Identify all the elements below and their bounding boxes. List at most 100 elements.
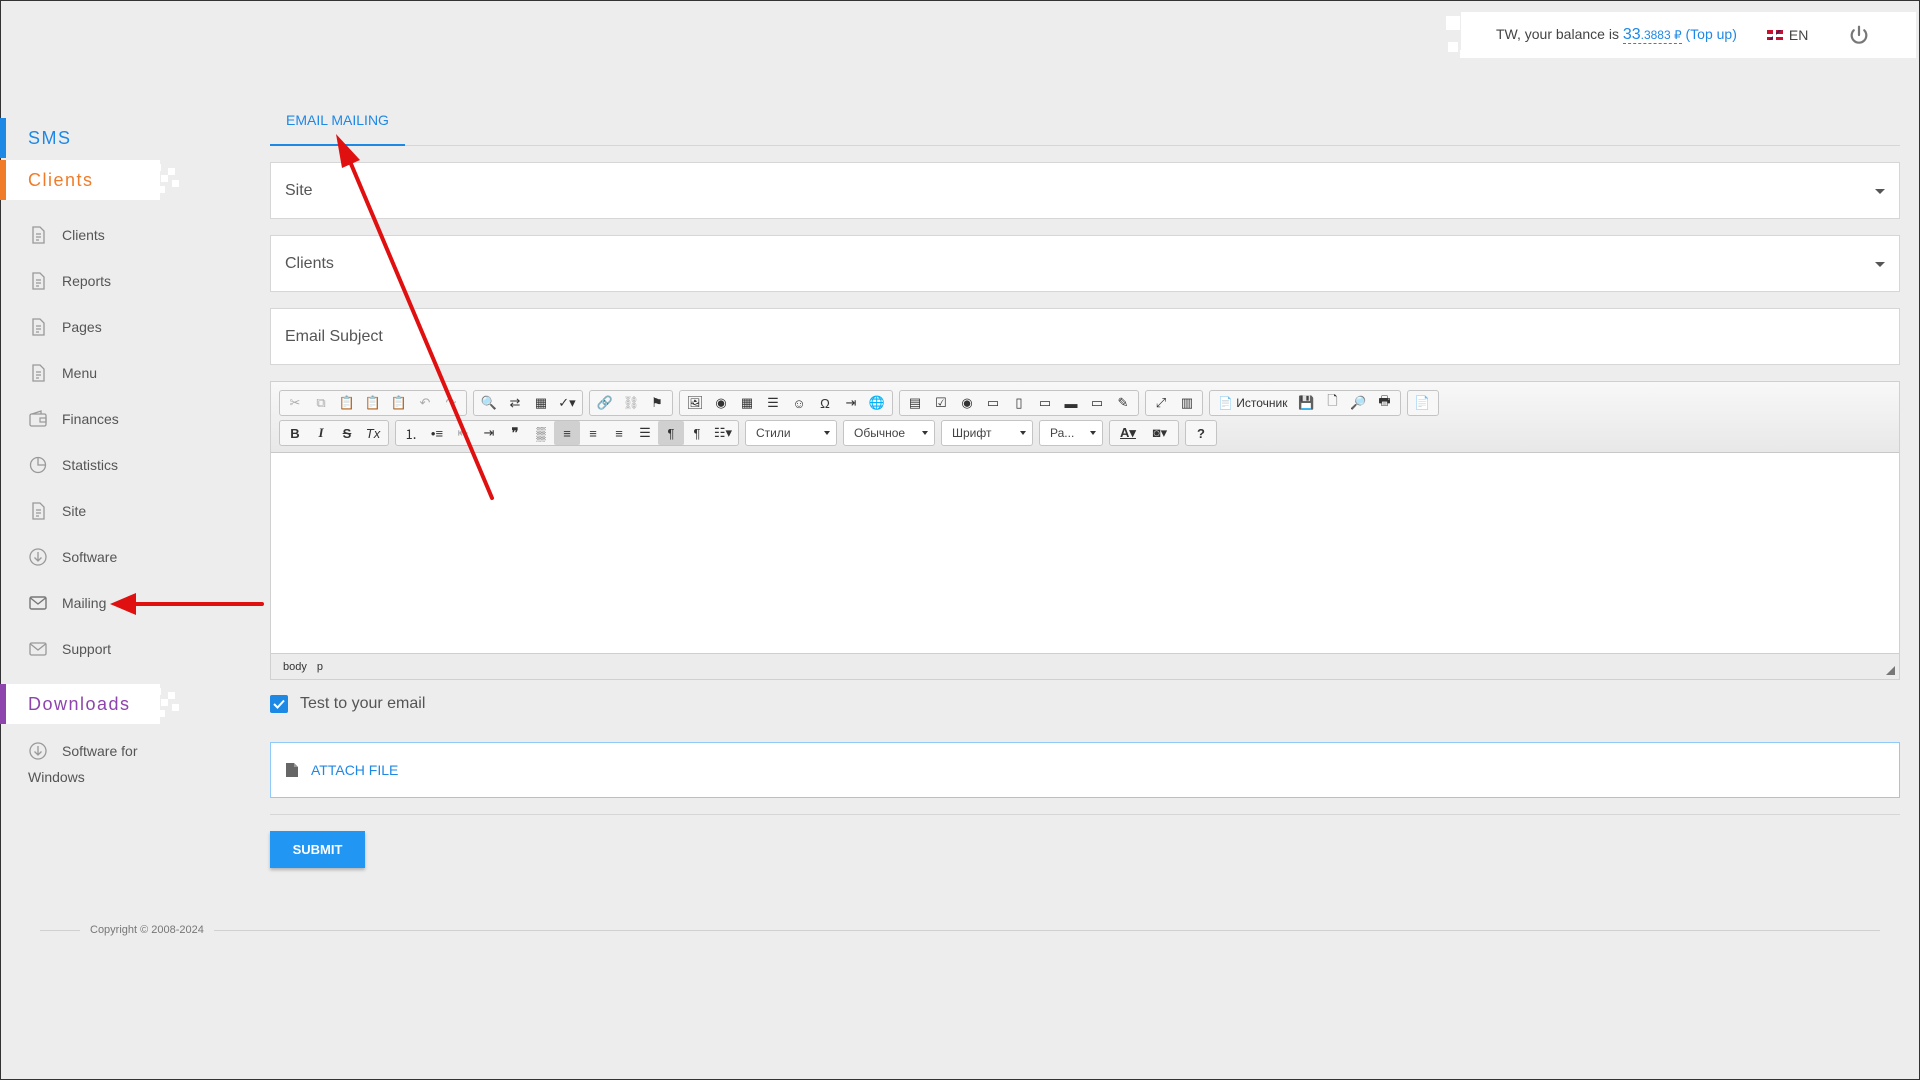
bold-icon[interactable]: B [282,421,308,445]
hidden-field-icon[interactable]: ✎ [1110,391,1136,415]
outdent-icon[interactable]: ⇤ [450,421,476,445]
test-email-checkbox[interactable]: Test to your email [270,692,1900,716]
balance-amount[interactable]: 33.3883 ₽ [1622,26,1682,44]
preview-icon[interactable]: 🔎 [1346,391,1372,415]
image-button-icon[interactable]: ▭ [1084,391,1110,415]
tab-email-mailing[interactable]: EMAIL MAILING [270,98,405,146]
size-combo[interactable]: Ра... [1039,420,1103,446]
paste-text-icon[interactable]: 📋 [360,391,386,415]
email-subject-input[interactable]: Email Subject [270,308,1900,365]
div-container-icon[interactable]: ▒ [528,421,554,445]
submit-button[interactable]: SUBMIT [270,831,365,868]
special-char-icon[interactable]: Ω [812,391,838,415]
sidebar-item-pages[interactable]: Pages [0,304,260,350]
path-body[interactable]: body [283,661,307,673]
flash-icon[interactable]: ◉ [708,391,734,415]
language-list-icon[interactable]: ☷▾ [710,421,736,445]
sidebar-item-software[interactable]: Software [0,534,260,580]
format-combo-value: Обычное [854,426,906,440]
top-bar: TW, your balance is 33.3883 ₽ (Top up) E… [1461,12,1916,58]
ltr-icon[interactable]: ¶ [658,421,684,445]
sidebar-item-clients[interactable]: Clients [0,212,260,258]
checkbox-icon[interactable]: ☑ [928,391,954,415]
button-icon[interactable]: ▬ [1058,391,1084,415]
link-icon[interactable]: 🔗 [592,391,618,415]
anchor-flag-icon[interactable]: ⚑ [644,391,670,415]
indent-icon[interactable]: ⇥ [476,421,502,445]
replace-icon[interactable]: ⇄ [502,391,528,415]
sidebar-item-mailing[interactable]: Mailing [0,580,260,626]
format-combo[interactable]: Обычное [843,420,935,446]
align-left-icon[interactable]: ≡ [554,421,580,445]
paste-word-icon[interactable]: 📋 [386,391,412,415]
path-p[interactable]: p [317,661,323,673]
select-icon[interactable]: ▭ [1032,391,1058,415]
smiley-icon[interactable]: ☺ [786,391,812,415]
document-icon [32,226,45,244]
show-blocks-icon[interactable]: ▥ [1174,391,1200,415]
help-icon[interactable]: ? [1188,421,1214,445]
justify-icon[interactable]: ☰ [632,421,658,445]
new-page-icon[interactable]: 🗋 [1320,391,1346,415]
sidebar-item-support[interactable]: Support [0,626,260,672]
sidebar-item-finances[interactable]: Finances [0,396,260,442]
rtl-icon[interactable]: ¶ [684,421,710,445]
site-select-value: Site [285,181,313,199]
sidebar-item-reports[interactable]: Reports [0,258,260,304]
section-sms-label: SMS [28,127,72,148]
sidebar-item-site[interactable]: Site [0,488,260,534]
print-icon[interactable]: 🖶 [1372,391,1398,415]
redo-icon[interactable]: ↷ [438,391,464,415]
balance-frac: .3883 ₽ [1640,28,1682,42]
text-color-icon[interactable]: A▾ [1112,421,1144,445]
copy-icon[interactable]: ⧉ [308,391,334,415]
site-select[interactable]: Site [270,162,1900,219]
bg-color-icon[interactable]: ◙▾ [1144,421,1176,445]
spellcheck-icon[interactable]: ✓▾ [554,391,580,415]
radio-icon[interactable]: ◉ [954,391,980,415]
source-group: 📄 Источник 💾 🗋 🔎 🖶 [1209,390,1401,416]
attach-file-button[interactable]: ATTACH FILE [270,742,1900,798]
undo-icon[interactable]: ↶ [412,391,438,415]
sidebar-item-menu[interactable]: Menu [0,350,260,396]
numbered-list-icon[interactable]: ⒈ [398,421,424,445]
image-icon[interactable]: 🖼 [682,391,708,415]
power-icon[interactable] [1848,24,1870,46]
form-icon[interactable]: ▤ [902,391,928,415]
iframe-icon[interactable]: 🌐 [864,391,890,415]
cut-icon[interactable]: ✂ [282,391,308,415]
horizontal-line-icon[interactable]: ☰ [760,391,786,415]
textfield-icon[interactable]: ▭ [980,391,1006,415]
resize-handle-icon[interactable] [1886,666,1895,675]
paste-icon[interactable]: 📋 [334,391,360,415]
clients-select[interactable]: Clients [270,235,1900,292]
source-button[interactable]: 📄 Источник [1212,391,1294,415]
section-downloads[interactable]: Downloads [0,684,179,724]
italic-icon[interactable]: I [308,421,334,445]
maximize-icon[interactable]: ⤢ [1148,391,1174,415]
remove-format-icon[interactable]: Tx [360,421,386,445]
language-selector[interactable]: EN [1766,27,1808,43]
table-icon[interactable]: ▦ [734,391,760,415]
editor-content-area[interactable] [271,453,1899,653]
sidebar-item-statistics[interactable]: Statistics [0,442,260,488]
align-right-icon[interactable]: ≡ [606,421,632,445]
textarea-icon[interactable]: ▯ [1006,391,1032,415]
select-all-icon[interactable]: ▦ [528,391,554,415]
align-center-icon[interactable]: ≡ [580,421,606,445]
section-clients[interactable]: Clients [0,160,179,200]
templates-icon[interactable]: 📄 [1410,391,1436,415]
strike-icon[interactable]: S [334,421,360,445]
sidebar-item-software-for-windows[interactable]: Software for Windows [0,724,260,790]
section-sms[interactable]: SMS [0,118,260,158]
sidebar-item-label-cont: Windows [28,769,85,785]
save-icon[interactable]: 💾 [1294,391,1320,415]
bullet-list-icon[interactable]: •≡ [424,421,450,445]
font-combo[interactable]: Шрифт [941,420,1033,446]
page-break-icon[interactable]: ⇥ [838,391,864,415]
top-up-link[interactable]: (Top up) [1686,26,1737,42]
unlink-icon[interactable]: ⛓ [618,391,644,415]
styles-combo[interactable]: Стили [745,420,837,446]
blockquote-icon[interactable]: ❞ [502,421,528,445]
find-icon[interactable]: 🔍 [476,391,502,415]
